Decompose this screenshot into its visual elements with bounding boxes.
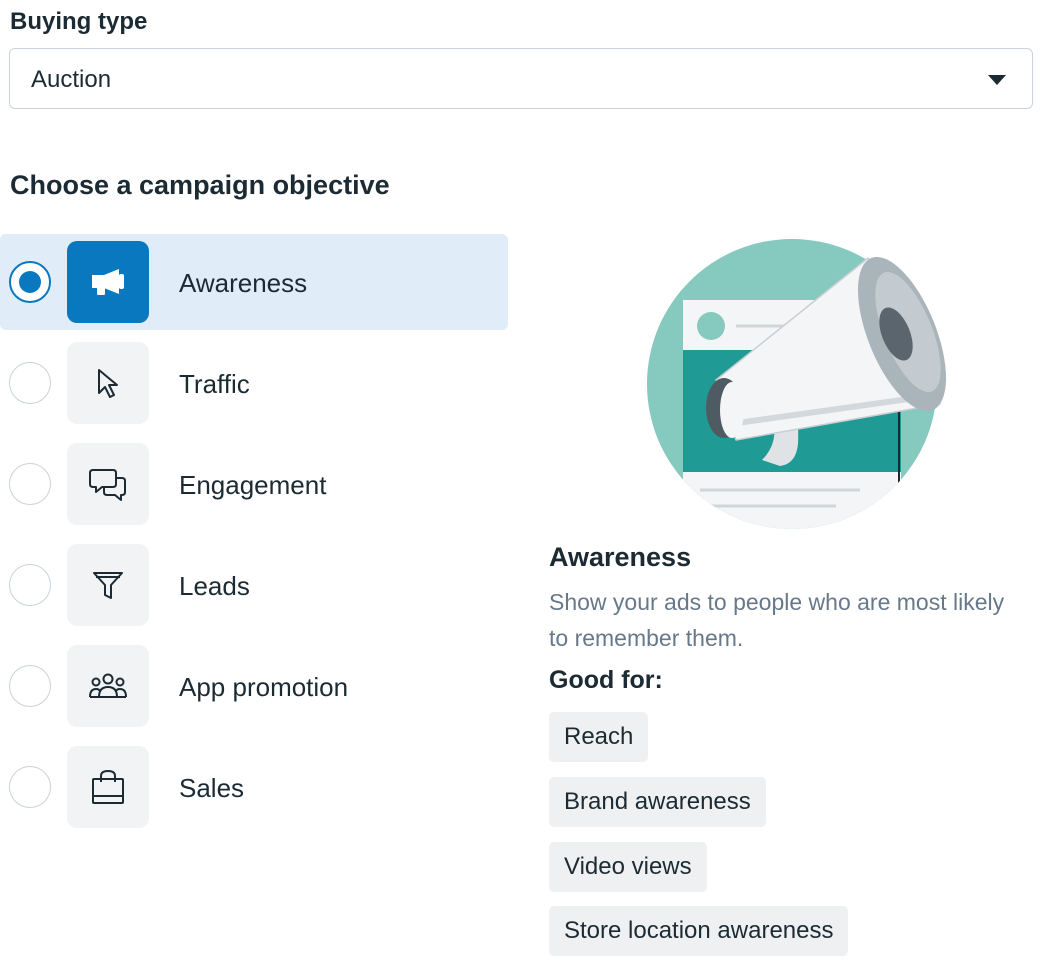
- megaphone-icon: [67, 241, 149, 323]
- objective-label-traffic: Traffic: [179, 369, 250, 399]
- buying-type-value: Auction: [31, 66, 112, 93]
- objective-radio-engagement[interactable]: [9, 463, 51, 505]
- objective-section-title: Choose a campaign objective: [10, 170, 390, 200]
- objective-label-engagement: Engagement: [179, 470, 327, 500]
- shopping-bag-icon: [67, 746, 149, 828]
- objective-option-engagement[interactable]: Engagement: [0, 436, 508, 532]
- objective-radio-awareness[interactable]: [9, 261, 51, 303]
- good-for-tag: Brand awareness: [549, 777, 766, 827]
- good-for-tag: Video views: [549, 842, 707, 892]
- radio-selected-dot: [19, 271, 41, 293]
- objective-label-app-promotion: App promotion: [179, 672, 349, 702]
- cursor-icon: [67, 342, 149, 424]
- objective-radio-leads[interactable]: [9, 564, 51, 606]
- funnel-icon: [67, 544, 149, 626]
- objective-detail-description: Show your ads to people who are most lik…: [549, 589, 1005, 651]
- objective-label-leads: Leads: [179, 571, 250, 601]
- objective-option-traffic[interactable]: Traffic: [0, 335, 508, 431]
- objective-option-app-promotion[interactable]: App promotion: [0, 638, 508, 734]
- good-for-tag: Store location awareness: [549, 906, 849, 956]
- objective-detail-title: Awareness: [549, 542, 692, 572]
- chat-bubbles-icon: [67, 443, 149, 525]
- people-group-icon: [67, 645, 149, 727]
- objective-label-sales: Sales: [179, 773, 245, 803]
- objective-radio-app-promotion[interactable]: [9, 665, 51, 707]
- objective-option-awareness[interactable]: Awareness: [0, 234, 508, 330]
- good-for-tag: Reach: [549, 712, 649, 762]
- buying-type-dropdown[interactable]: Auction: [9, 48, 1033, 109]
- good-for-label: Good for:: [549, 666, 663, 694]
- objective-label-awareness: Awareness: [179, 268, 308, 298]
- buying-type-label: Buying type: [10, 8, 148, 35]
- megaphone-illustration: [647, 239, 947, 529]
- objective-option-leads[interactable]: Leads: [0, 537, 508, 633]
- objective-radio-sales[interactable]: [9, 766, 51, 808]
- caret-down-icon: [988, 75, 1006, 85]
- objective-option-sales[interactable]: Sales: [0, 739, 508, 835]
- objective-radio-traffic[interactable]: [9, 362, 51, 404]
